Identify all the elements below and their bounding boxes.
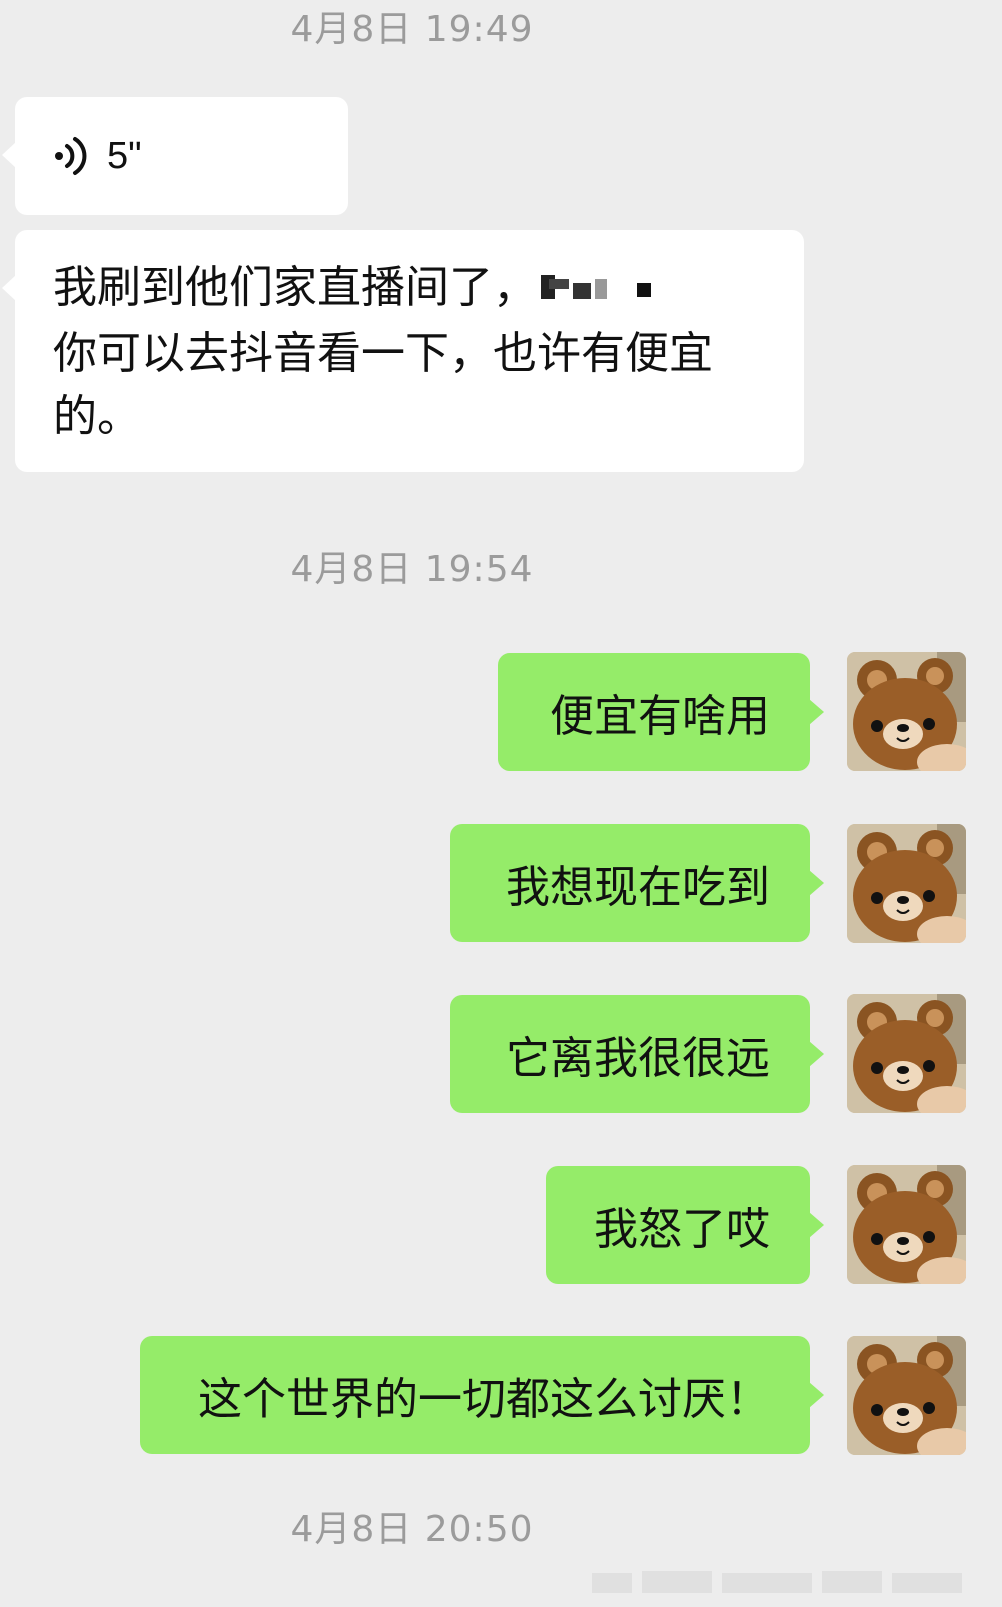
message-line: 我刷到他们家直播间了， [53,256,766,322]
outgoing-text-bubble[interactable]: 这个世界的一切都这么讨厌！ [140,1336,824,1454]
avatar[interactable] [847,1165,966,1284]
teddy-bear-avatar [847,994,966,1113]
outgoing-text-bubble[interactable]: 它离我很很远 [450,995,824,1113]
message-text: 我刷到他们家直播间了， [53,262,537,313]
message-text: 我想现在吃到 [506,862,770,913]
timestamp: 4月8日 19:54 [290,549,534,590]
teddy-bear-avatar [847,1336,966,1455]
teddy-bear-avatar [847,1165,966,1284]
timestamp: 4月8日 19:49 [290,9,534,50]
avatar[interactable] [847,994,966,1113]
outgoing-text-bubble[interactable]: 便宜有啥用 [498,653,824,771]
outgoing-text-bubble[interactable]: 我怒了哎 [546,1166,824,1284]
incoming-text-bubble[interactable]: 我刷到他们家直播间了， 你可以去抖音看一下，也许有便宜 的。 [2,230,804,472]
voice-message[interactable]: 5" [15,97,348,215]
message-line: 你可以去抖音看一下，也许有便宜 [53,327,713,379]
outgoing-text-bubble[interactable]: 我想现在吃到 [450,824,824,942]
message-text: 它离我很很远 [506,1033,770,1084]
avatar[interactable] [847,652,966,771]
timestamp: 4月8日 20:50 [290,1509,534,1550]
message-text: 这个世界的一切都这么讨厌！ [198,1374,770,1425]
voice-wave-icon [55,137,87,175]
watermark [592,1571,962,1593]
message-line: 的。 [53,390,141,442]
message-text: 我怒了哎 [594,1204,770,1255]
avatar[interactable] [847,824,966,943]
teddy-bear-avatar [847,824,966,943]
teddy-bear-avatar [847,652,966,771]
avatar[interactable] [847,1336,966,1455]
message-text: 便宜有啥用 [550,691,770,742]
voice-duration: 5" [107,134,142,177]
voice-message-bubble[interactable]: 5" [2,97,348,215]
redacted-text [537,259,667,322]
